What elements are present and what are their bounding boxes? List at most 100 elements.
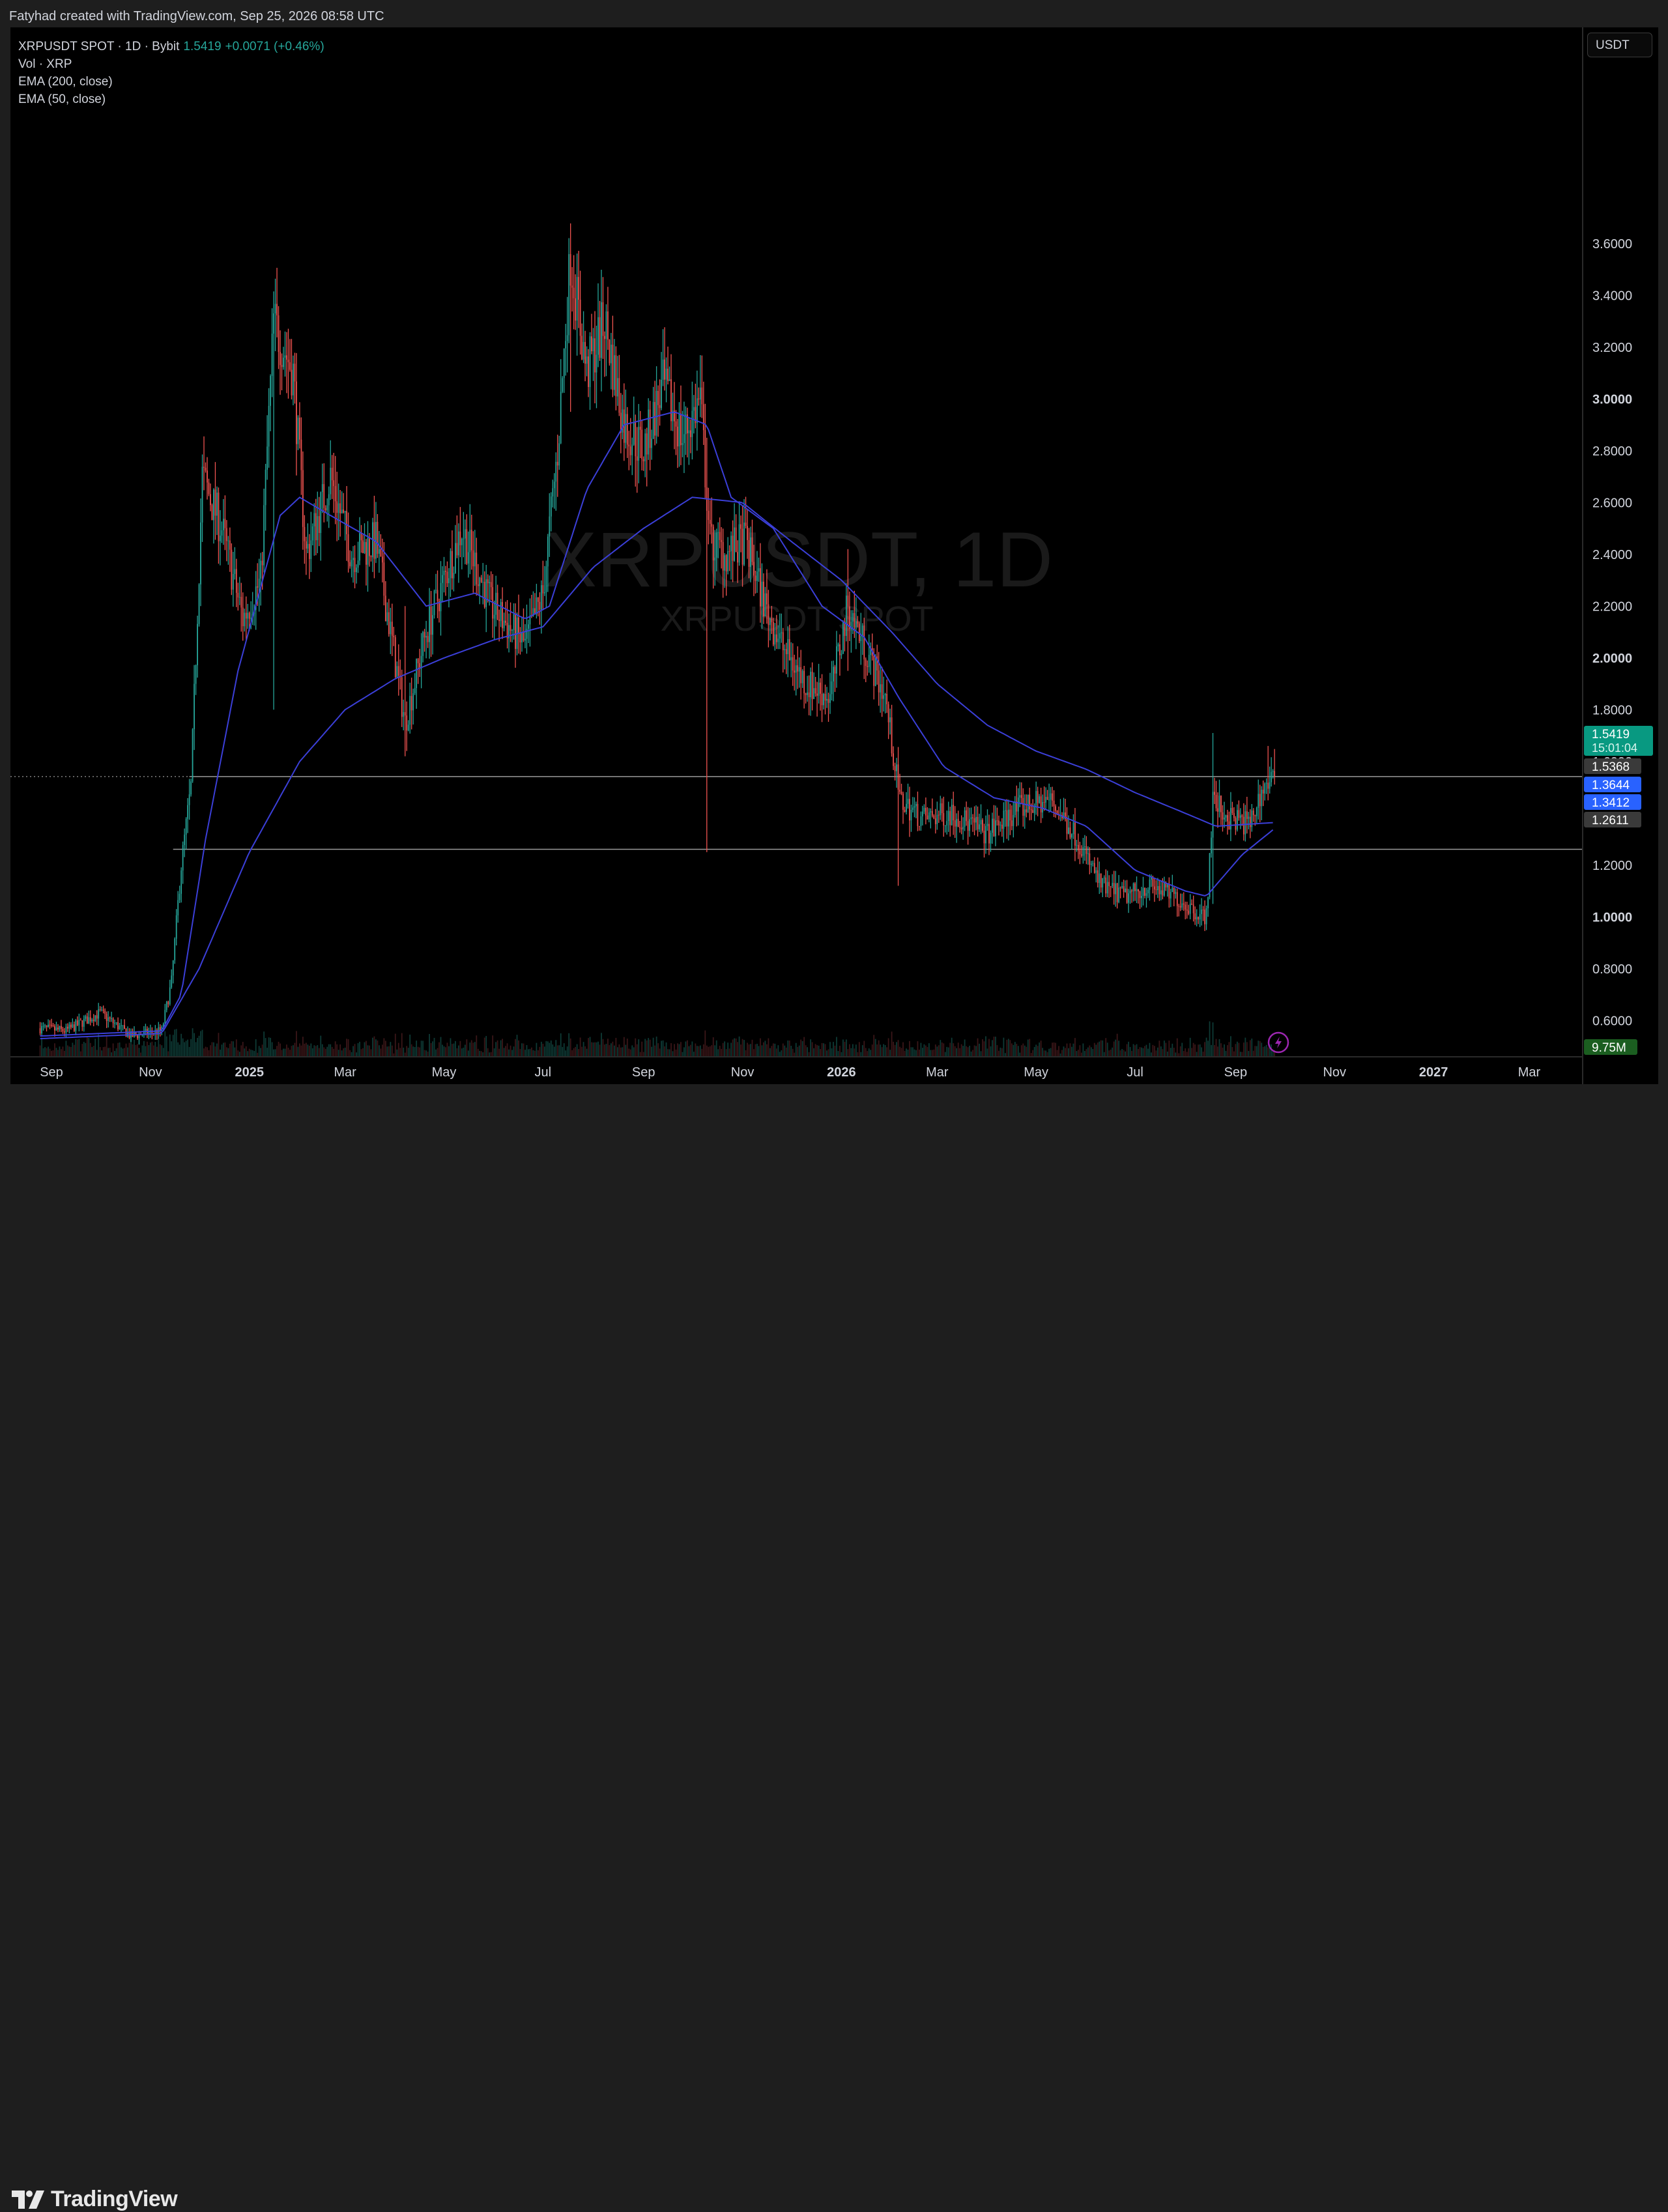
candle-body <box>741 528 743 565</box>
horizontal-levels[interactable] <box>10 776 1583 850</box>
time-scale[interactable]: Sep Nov 2025 Mar May Jul Sep Nov 2026 Mar May Jul Se… <box>40 1065 1540 1080</box>
candle-body <box>712 526 714 561</box>
volume-bar <box>758 1046 760 1057</box>
volume-bar <box>198 1035 200 1057</box>
candle-body <box>728 551 730 553</box>
candle-body <box>300 439 302 470</box>
volume-bar <box>1125 1051 1126 1057</box>
candle-body <box>200 522 201 584</box>
volume-bar <box>1118 1041 1120 1057</box>
volume-bar <box>797 1046 799 1057</box>
volume-bar <box>328 1044 330 1057</box>
candle-body <box>457 531 459 556</box>
volume-bar <box>510 1045 511 1057</box>
volume-bar <box>390 1042 392 1057</box>
candle-body <box>543 592 545 594</box>
candle-body <box>360 533 362 541</box>
candle-body <box>54 1026 55 1031</box>
candle-body <box>874 656 876 686</box>
candle-body <box>1227 815 1228 822</box>
volume-bar <box>151 1041 153 1057</box>
candle-body <box>466 529 468 564</box>
candle-body <box>834 667 836 674</box>
volume-bar <box>425 1050 427 1057</box>
candle-body <box>743 523 745 565</box>
volume-bar <box>558 1045 560 1057</box>
brand[interactable]: TradingView <box>12 2187 178 2212</box>
candle-body <box>96 1015 98 1019</box>
candle-body <box>75 1020 77 1031</box>
volume-bar <box>412 1046 414 1057</box>
volume-bar <box>1100 1040 1102 1057</box>
volume-bar <box>841 1052 842 1057</box>
volume-bar <box>964 1039 966 1057</box>
volume-bar <box>803 1037 805 1057</box>
volume-bar <box>125 1043 127 1057</box>
volume-bar <box>1258 1041 1259 1057</box>
volume-bar <box>1252 1050 1254 1057</box>
volume-bar <box>748 1044 750 1057</box>
volume-bar <box>506 1043 508 1057</box>
candle-body <box>221 530 223 536</box>
candle-body <box>1201 910 1203 914</box>
volume-bar <box>631 1045 633 1057</box>
volume-bar <box>876 1044 878 1057</box>
volume-bar <box>1235 1044 1237 1057</box>
candle-body <box>410 696 412 711</box>
volume-bar <box>261 1044 263 1057</box>
volume-bar <box>909 1041 910 1057</box>
volume-bar <box>308 1045 310 1057</box>
candle-body <box>310 540 312 559</box>
volume-bar <box>680 1042 682 1057</box>
volume-bar <box>618 1044 620 1057</box>
price-scale[interactable]: 3.6000 3.4000 3.2000 3.0000 2.8000 2.6000 2.40… <box>1592 237 1632 1029</box>
currency-button[interactable]: USDT <box>1587 33 1652 57</box>
candle-body <box>536 597 538 615</box>
volume-bar <box>232 1041 234 1057</box>
candle-body <box>76 1020 78 1026</box>
candle-body <box>461 538 463 545</box>
volume-bar <box>51 1050 52 1057</box>
candle-body <box>794 670 796 673</box>
volume-bar <box>152 1045 154 1057</box>
candle-body <box>68 1024 70 1029</box>
price-chart[interactable]: XRPUSDT, 1D XRPUSDT SPOT 3.6000 3.4000 3.2… <box>10 27 1658 1084</box>
candle-body <box>1113 883 1115 895</box>
legend-ema200[interactable]: EMA (200, close) <box>18 73 324 91</box>
candle-body <box>1048 799 1050 801</box>
chart-frame[interactable]: XRPUSDT, 1D XRPUSDT SPOT 3.6000 3.4000 3.2… <box>10 27 1658 1084</box>
legend-volume[interactable]: Vol · XRP <box>18 55 324 73</box>
candle-body <box>594 338 596 373</box>
volume-bar <box>304 1043 306 1057</box>
legend-ema50[interactable]: EMA (50, close) <box>18 91 324 108</box>
volume-bar <box>145 1046 147 1057</box>
candle-body <box>450 551 452 579</box>
volume-bar <box>741 1039 743 1057</box>
lightning-icon[interactable] <box>1267 1031 1289 1054</box>
candle-body <box>1271 771 1273 783</box>
candle-body <box>88 1017 90 1024</box>
candle-body <box>821 693 823 706</box>
candle-body <box>1173 887 1175 894</box>
candle-body <box>1093 863 1095 873</box>
candle-body <box>938 814 940 816</box>
volume-bar <box>1136 1044 1138 1057</box>
volume-bar <box>1115 1039 1117 1057</box>
volume-bar <box>850 1048 852 1057</box>
candle-body <box>511 630 513 631</box>
volume-bar <box>854 1048 856 1057</box>
candle-body <box>820 682 821 694</box>
volume-bar <box>511 1050 513 1057</box>
candle-body <box>467 552 469 564</box>
candle-body <box>845 596 847 637</box>
volume-bar <box>1020 1045 1022 1057</box>
volume-bar <box>289 1050 291 1057</box>
legend-symbol-row[interactable]: XRPUSDT SPOT · 1D · Bybit 1.5419 +0.0071 (… <box>18 38 324 55</box>
candles[interactable] <box>39 223 1276 1045</box>
volume-bar <box>57 1050 59 1057</box>
volume-bar <box>755 1044 756 1057</box>
candle-body <box>175 915 177 939</box>
volume-bar <box>722 1042 724 1057</box>
candle-body <box>657 391 659 405</box>
candle-body <box>394 637 396 678</box>
